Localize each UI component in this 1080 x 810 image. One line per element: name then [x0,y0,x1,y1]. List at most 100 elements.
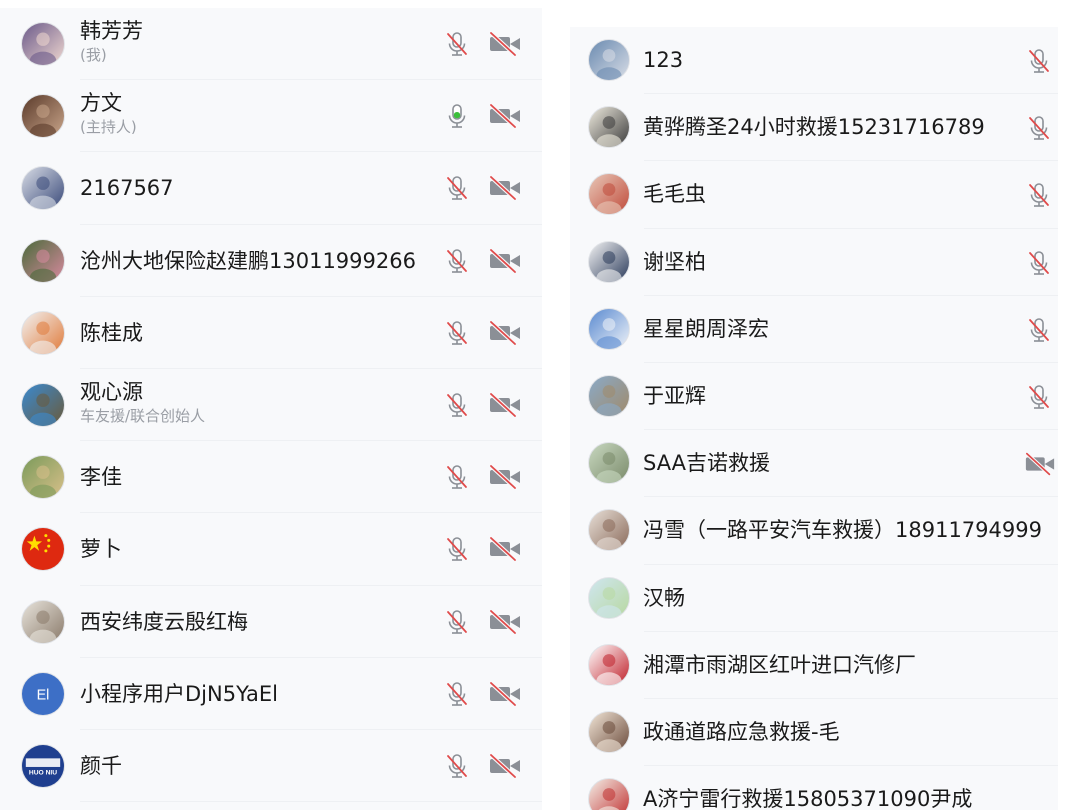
participant-name: 湘潭市雨湖区红叶进口汽修厂 [643,652,916,677]
avatar [588,39,630,81]
avatar [588,778,630,810]
camera-off-icon[interactable] [488,391,522,419]
participant-row[interactable]: 黄骅腾圣24小时救援15231716789 [570,94,1058,162]
avatar [21,22,65,66]
participant-name: 于亚辉 [643,383,706,408]
avatar: El [21,671,65,716]
camera-off-icon[interactable] [488,102,522,130]
participant-row[interactable]: 韩芳芳 (我) [0,8,542,81]
participant-role: (主持人) [80,118,137,137]
participant-name: A济宁雷行救援15805371090尹成 [643,787,973,810]
camera-off-icon[interactable] [488,463,522,491]
mic-active-icon[interactable] [443,102,471,130]
participant-role: (我) [80,46,107,64]
mic-muted-icon[interactable] [1025,383,1053,411]
mic-muted-icon[interactable] [443,680,471,708]
participant-row[interactable]: 湘潭市雨湖区红叶进口汽修厂 [570,632,1058,699]
participant-name: 沧州大地保险赵建鹏13011999266 [80,248,416,273]
mic-muted-icon[interactable] [443,319,471,347]
camera-off-icon[interactable] [488,319,522,347]
participant-row[interactable]: 方文 (主持人) [0,80,542,153]
mic-muted-icon[interactable] [1025,181,1053,209]
avatar [21,599,65,644]
participant-row[interactable]: 于亚辉 [570,363,1058,431]
participant-name: 李佳 [80,465,122,490]
participant-name: 冯雪（一路平安汽车救援）18911794999 [643,518,1042,543]
row-divider [80,801,542,803]
mic-muted-icon[interactable] [1025,249,1053,277]
participant-row[interactable]: 李佳 [0,441,542,514]
mic-muted-icon[interactable] [443,174,471,202]
svg-text:HUO NIU: HUO NIU [29,769,57,776]
avatar [588,173,630,216]
participant-name: 颜千 [80,753,122,778]
mic-muted-icon[interactable] [1025,114,1053,142]
participant-row[interactable]: A济宁雷行救援15805371090尹成 [570,766,1058,810]
avatar [21,94,65,139]
participant-name: 方文 [80,91,122,116]
participant-row[interactable]: 谢坚柏 [570,229,1058,296]
participant-row[interactable]: El 小程序用户DjN5YaEl [0,658,542,730]
mic-muted-icon[interactable] [443,391,471,419]
participant-row[interactable]: 陈桂成 [0,297,542,369]
participant-row[interactable]: 2167567 [0,152,542,225]
mic-muted-icon[interactable] [1025,316,1053,344]
participant-row[interactable]: 星星朗周泽宏 [570,296,1058,363]
participant-row[interactable]: SAA吉诺救援 [570,430,1058,498]
avatar [588,442,630,485]
avatar [588,576,630,619]
avatar: HUO NIU [21,743,65,788]
participant-row[interactable]: 观心源车友援/联合创始人 [0,369,542,442]
participant-name: 陈桂成 [80,320,143,345]
participant-panel-left: 韩芳芳 (我) 方文 (主持人) 2167567 沧州大地保险赵建鹏13011999266… [0,8,542,810]
camera-off-icon[interactable] [488,680,522,708]
participant-name: 汉畅 [643,585,685,610]
participant-list-right: 123 黄骅腾圣24小时救援15231716789 毛毛虫谢坚柏星星朗周泽宏于亚辉 S… [570,27,1058,810]
participant-row[interactable]: HUO NIU 颜千 [0,730,542,803]
participant-row[interactable]: 汉畅 [570,565,1058,632]
participant-name: SAA吉诺救援 [643,451,771,476]
participant-role: 车友援/联合创始人 [80,406,206,425]
mic-muted-icon[interactable] [443,247,471,275]
camera-off-icon[interactable] [488,174,522,202]
mic-muted-icon[interactable] [443,535,471,563]
participant-row[interactable]: 西安纬度云殷红梅 [0,586,542,658]
mic-muted-icon[interactable] [443,752,471,780]
participant-row[interactable]: 萝卜 [0,513,542,586]
avatar [21,310,65,355]
participant-name: 政通道路应急救援-毛 [643,719,840,744]
avatar [21,166,65,211]
camera-off-icon[interactable] [1024,450,1056,478]
avatar [588,710,630,753]
participant-panel-right: 123 黄骅腾圣24小时救援15231716789 毛毛虫谢坚柏星星朗周泽宏于亚辉 S… [570,27,1058,810]
participant-name: 观心源 [80,379,143,404]
camera-off-icon[interactable] [488,30,522,58]
avatar [588,106,630,149]
participant-name: 谢坚柏 [643,249,706,274]
mic-muted-icon[interactable] [443,463,471,491]
participant-name: 黄骅腾圣24小时救援15231716789 [643,115,985,140]
participant-name: 2167567 [80,176,174,201]
svg-text:El: El [37,687,50,703]
mic-muted-icon[interactable] [443,30,471,58]
participant-row[interactable]: 政通道路应急救援-毛 [570,699,1058,767]
avatar [588,643,630,686]
avatar [21,382,65,427]
participant-row[interactable]: 123 [570,27,1058,95]
mic-muted-icon[interactable] [1025,47,1053,75]
participant-name: 小程序用户DjN5YaEl [80,681,278,706]
camera-off-icon[interactable] [488,247,522,275]
mic-muted-icon[interactable] [443,608,471,636]
avatar [588,307,630,350]
camera-off-icon[interactable] [488,752,522,780]
avatar [21,238,65,283]
participant-row[interactable]: 冯雪（一路平安汽车救援）18911794999 [570,497,1058,565]
participant-name: 毛毛虫 [643,182,706,207]
participant-row[interactable]: 毛毛虫 [570,161,1058,229]
camera-off-icon[interactable] [488,608,522,636]
camera-off-icon[interactable] [488,535,522,563]
participant-row[interactable]: 沧州大地保险赵建鹏13011999266 [0,225,542,297]
participant-name: 123 [643,48,684,72]
avatar [588,374,630,417]
participant-name: 韩芳芳 [80,19,143,43]
